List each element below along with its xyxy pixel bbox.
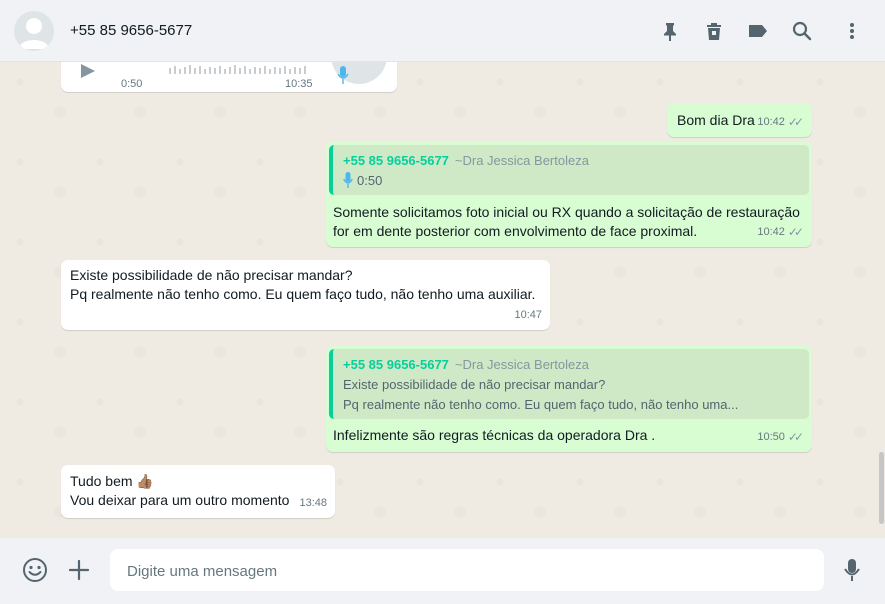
message-outgoing[interactable]: +55 85 9656-5677 ~Dra Jessica Bertoleza 0… [326, 142, 812, 247]
quoted-message[interactable]: +55 85 9656-5677 ~Dra Jessica Bertoleza 0… [329, 145, 809, 195]
chat-scrollbar[interactable] [878, 62, 885, 538]
audio-message[interactable]: 0:50 10:35 [61, 62, 397, 92]
message-text-line: Somente solicitamos foto inicial ou RX q… [333, 204, 800, 220]
microphone-icon[interactable] [838, 556, 866, 584]
message-meta: 10:42 ✓✓ [757, 113, 804, 132]
message-meta: 10:42 ✓✓ [757, 223, 804, 242]
message-text-line: Pq realmente não tenho como. Eu quem faç… [70, 286, 536, 302]
quoted-author: +55 85 9656-5677 [343, 153, 449, 168]
quoted-message[interactable]: +55 85 9656-5677 ~Dra Jessica Bertoleza E… [329, 349, 809, 419]
message-outgoing[interactable]: Bom dia Dra 10:42 ✓✓ [667, 103, 812, 137]
message-meta: 13:48 [299, 494, 327, 513]
contact-name[interactable]: +55 85 9656-5677 [70, 22, 192, 39]
message-time: 10:47 [514, 309, 542, 321]
quoted-text-line: Existe possibilidade de não precisar man… [343, 377, 606, 392]
message-time: 10:35 [285, 78, 313, 90]
attach-plus-icon[interactable] [65, 556, 93, 584]
contact-avatar[interactable] [14, 11, 54, 51]
search-icon[interactable] [790, 19, 814, 43]
menu-icon[interactable] [840, 19, 864, 43]
message-list[interactable]: 0:50 10:35 Bom dia Dra 10:42 ✓✓ +55 85 9… [0, 62, 885, 538]
double-check-icon: ✓✓ [787, 225, 804, 239]
quoted-audio-duration: 0:50 [357, 173, 383, 188]
double-check-icon: ✓✓ [787, 115, 804, 129]
message-incoming[interactable]: Existe possibilidade de não precisar man… [61, 260, 550, 330]
audio-duration: 0:50 [121, 78, 143, 90]
microphone-icon [337, 66, 349, 84]
pin-icon[interactable] [658, 19, 682, 43]
message-text: Infelizmente são regras técnicas da oper… [333, 427, 656, 443]
message-meta: 10:47 [514, 306, 542, 325]
message-text-line: Tudo bem 👍🏽 [70, 473, 154, 489]
message-meta: 10:50 ✓✓ [757, 428, 804, 447]
label-icon[interactable] [746, 19, 770, 43]
scrollbar-thumb[interactable] [879, 452, 884, 524]
delete-icon[interactable] [702, 19, 726, 43]
message-incoming[interactable]: Tudo bem 👍🏽 Vou deixar para um outro mom… [61, 465, 335, 518]
play-icon[interactable] [79, 64, 97, 78]
message-outgoing[interactable]: +55 85 9656-5677 ~Dra Jessica Bertoleza E… [326, 346, 812, 452]
microphone-icon [343, 172, 353, 188]
double-check-icon: ✓✓ [787, 430, 804, 444]
message-composer: Digite uma mensagem [0, 538, 885, 604]
message-time: 10:42 [757, 116, 785, 128]
message-text-line: for em dente posterior com envolvimento … [333, 223, 698, 239]
waveform [169, 65, 306, 74]
message-text-line: Existe possibilidade de não precisar man… [70, 267, 353, 283]
message-time: 10:50 [757, 431, 785, 443]
emoji-icon[interactable] [21, 556, 49, 584]
quoted-text-line: Pq realmente não tenho como. Eu quem faç… [343, 397, 739, 412]
quoted-pushname: ~Dra Jessica Bertoleza [454, 357, 589, 372]
message-text: Bom dia Dra [677, 112, 755, 128]
message-input[interactable]: Digite uma mensagem [110, 549, 824, 591]
message-text-line: Vou deixar para um outro momento [70, 492, 290, 508]
message-time: 10:42 [757, 226, 785, 238]
chat-header: +55 85 9656-5677 [0, 0, 885, 62]
message-time: 13:48 [299, 497, 327, 509]
quoted-author: +55 85 9656-5677 [343, 357, 449, 372]
quoted-pushname: ~Dra Jessica Bertoleza [454, 153, 589, 168]
